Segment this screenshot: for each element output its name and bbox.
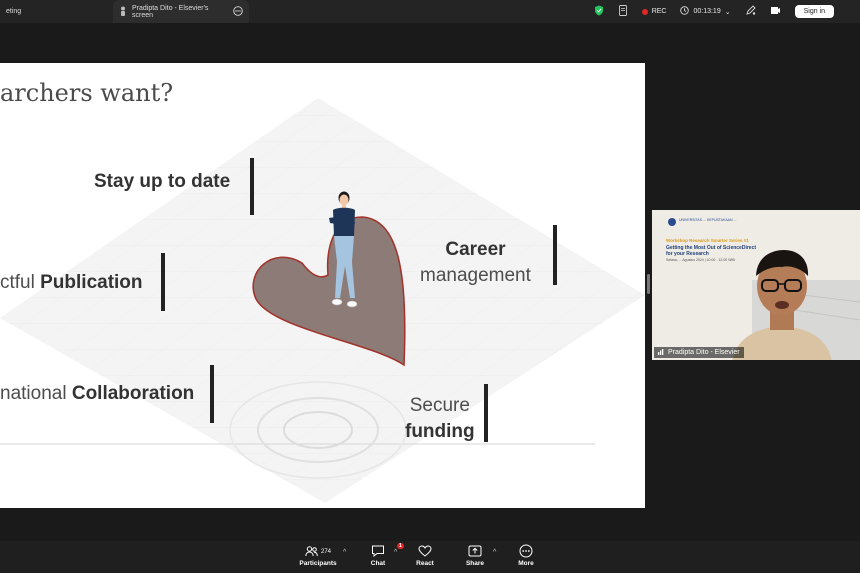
person-icon: [119, 6, 127, 18]
speaker-person: [732, 250, 832, 360]
top-bar: eting Pradipta Dito - Elsevier's screen …: [0, 0, 860, 23]
publication-bar: [161, 253, 165, 311]
collaboration-prefix-text: national: [0, 383, 72, 404]
chat-label: Chat: [370, 560, 386, 567]
management-text: management: [420, 265, 531, 286]
more-dots-icon: [519, 544, 533, 560]
slide-title: archers want?: [0, 79, 174, 107]
participants-button[interactable]: 274 Participants: [296, 544, 340, 567]
sign-in-button[interactable]: Sign in: [794, 5, 834, 18]
heart-react-icon: [418, 545, 432, 559]
record-dot-icon: [641, 8, 648, 15]
recording-indicator[interactable]: REC: [641, 8, 667, 15]
security-shield-icon[interactable]: [594, 5, 604, 18]
participant-name-tag: Pradipta Dito - Elsevier: [654, 347, 744, 358]
collaboration-bar: [210, 365, 214, 423]
speaker-video-tile[interactable]: UNIVERSITAS ... KEPUSTAKAAN ... Workshop…: [652, 210, 860, 360]
stay-up-to-date-label: Stay up to date: [94, 171, 230, 193]
collaboration-label: national Collaboration: [0, 383, 194, 405]
meeting-controls-bar: 274 Participants ^ 1 Chat ^ React Share …: [0, 541, 860, 573]
stay-bar: [250, 158, 254, 215]
react-label: React: [416, 560, 434, 567]
banner-series-text: Workshop Research Smarter Series #1: [666, 238, 749, 243]
more-button[interactable]: More: [504, 544, 548, 567]
chevron-down-icon: ⌄: [724, 8, 731, 16]
participant-name: Pradipta Dito - Elsevier: [668, 349, 740, 356]
clock-icon: [680, 6, 690, 17]
secure-funding-label: Secure funding: [405, 393, 475, 445]
share-screen-icon: [468, 545, 482, 559]
participants-caret-icon[interactable]: ^: [343, 549, 346, 556]
screen-share-tab-label: Pradipta Dito - Elsevier's screen: [132, 4, 209, 19]
screen-share-tab[interactable]: Pradipta Dito - Elsevier's screen: [113, 0, 249, 23]
rec-label: REC: [651, 8, 667, 15]
panel-resize-handle[interactable]: [647, 274, 650, 294]
signal-bars-icon: [658, 348, 665, 357]
pen-annotate-icon[interactable]: [745, 5, 756, 18]
share-label: Share: [465, 560, 485, 567]
meeting-timer[interactable]: 00:13:19 ⌄: [680, 6, 731, 17]
meeting-tab[interactable]: eting: [0, 0, 112, 23]
woman-figure: [329, 191, 358, 308]
shared-slide: archers want? Stay up to date Career man…: [0, 63, 645, 508]
publication-prefix-text: ctful: [0, 272, 41, 293]
chat-bubble-icon: [371, 545, 385, 559]
meeting-tab-label: eting: [6, 8, 22, 15]
participants-icon: [305, 545, 318, 559]
stay-up-to-date-text: Stay up to date: [94, 171, 231, 192]
career-bar: [553, 225, 557, 285]
participants-count: 274: [320, 549, 331, 555]
share-button[interactable]: Share: [453, 544, 497, 567]
participants-label: Participants: [299, 560, 337, 567]
more-label: More: [518, 560, 534, 567]
share-view-icon[interactable]: [770, 5, 781, 18]
career-text: Career: [445, 239, 506, 260]
publication-label: ctful Publication: [0, 272, 143, 294]
publication-text: Publication: [40, 272, 143, 293]
collaboration-text: Collaboration: [71, 383, 195, 404]
more-options-icon[interactable]: [233, 5, 243, 18]
timer-value: 00:13:19: [693, 8, 721, 15]
share-caret-icon[interactable]: ^: [493, 549, 496, 556]
chat-caret-icon[interactable]: ^: [394, 549, 397, 556]
funding-bar: [484, 384, 488, 442]
career-management-label: Career management: [420, 237, 531, 289]
document-icon[interactable]: [618, 5, 628, 18]
secure-text: Secure: [409, 395, 470, 416]
banner-org-text: UNIVERSITAS ... KEPUSTAKAAN ...: [679, 218, 737, 222]
funding-text: funding: [405, 421, 475, 442]
react-button[interactable]: React: [403, 544, 447, 567]
